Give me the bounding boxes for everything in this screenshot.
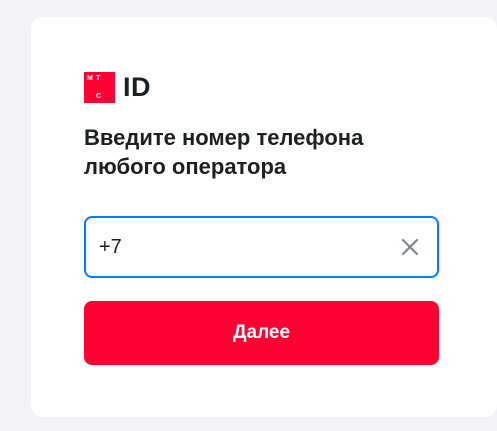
- page-title: Введите номер телефона любого оператора: [84, 123, 444, 181]
- mts-logo-mark: М Т С: [84, 72, 115, 103]
- next-button[interactable]: Далее: [84, 301, 439, 365]
- phone-input[interactable]: [99, 218, 379, 276]
- logo-letter: Т: [96, 75, 101, 82]
- page-title-line: Введите номер телефона: [84, 125, 364, 150]
- logo-letter: М: [87, 75, 93, 82]
- page-title-line: любого оператора: [84, 154, 287, 179]
- phone-field[interactable]: [84, 216, 439, 278]
- mts-id-logo: М Т С ID: [84, 72, 151, 103]
- close-icon[interactable]: [399, 236, 421, 258]
- logo-text: ID: [123, 72, 151, 102]
- logo-letter: С: [96, 93, 102, 100]
- login-card: М Т С ID Введите номер телефона любого о…: [31, 17, 497, 417]
